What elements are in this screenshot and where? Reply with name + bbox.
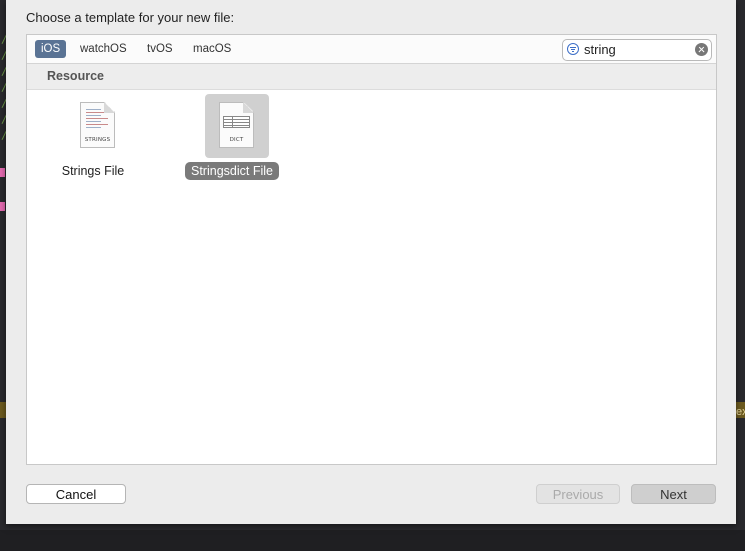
filter-icon	[567, 43, 579, 55]
editor-bottom-band	[0, 530, 745, 551]
document-table	[223, 116, 250, 128]
template-label-container: Strings File	[33, 162, 153, 180]
highlight-strip: ex	[735, 402, 745, 418]
document-fold	[104, 102, 115, 113]
keyword-mark	[0, 202, 5, 211]
next-button[interactable]: Next	[631, 484, 716, 504]
section-title: Resource	[47, 69, 104, 83]
document-caption: DICT	[229, 137, 244, 143]
stringsdict-file-icon: DICT	[205, 94, 269, 158]
document-fold	[243, 102, 254, 113]
tab-tvos[interactable]: tvOS	[141, 40, 179, 58]
platform-tabbar: iOS watchOS tvOS macOS	[27, 35, 716, 64]
filter-search-field[interactable]	[562, 39, 712, 61]
template-panel: iOS watchOS tvOS macOS Resource STRINGS	[26, 34, 717, 465]
tab-macos[interactable]: macOS	[187, 40, 237, 58]
tab-ios[interactable]: iOS	[35, 40, 67, 58]
template-label-container: Stringsdict File	[172, 162, 292, 180]
previous-button[interactable]: Previous	[536, 484, 620, 504]
template-tile-strings-file[interactable]: STRINGS Strings File	[33, 94, 153, 189]
search-input[interactable]	[584, 41, 684, 58]
template-tile-stringsdict-file[interactable]: DICT Stringsdict File	[172, 94, 292, 189]
cancel-button[interactable]: Cancel	[26, 484, 126, 504]
template-chooser-sheet: Choose a template for your new file: iOS…	[6, 0, 736, 524]
section-header-resource: Resource	[27, 64, 716, 90]
sheet-title: Choose a template for your new file:	[26, 10, 235, 25]
template-label: Stringsdict File	[185, 162, 279, 180]
template-label: Strings File	[61, 164, 125, 178]
tab-watchos[interactable]: watchOS	[74, 40, 133, 58]
clear-icon[interactable]	[695, 43, 708, 56]
strings-file-icon: STRINGS	[66, 94, 130, 158]
overflow-text: ex	[736, 406, 745, 418]
document-caption: STRINGS	[84, 137, 111, 143]
keyword-mark	[0, 168, 5, 177]
